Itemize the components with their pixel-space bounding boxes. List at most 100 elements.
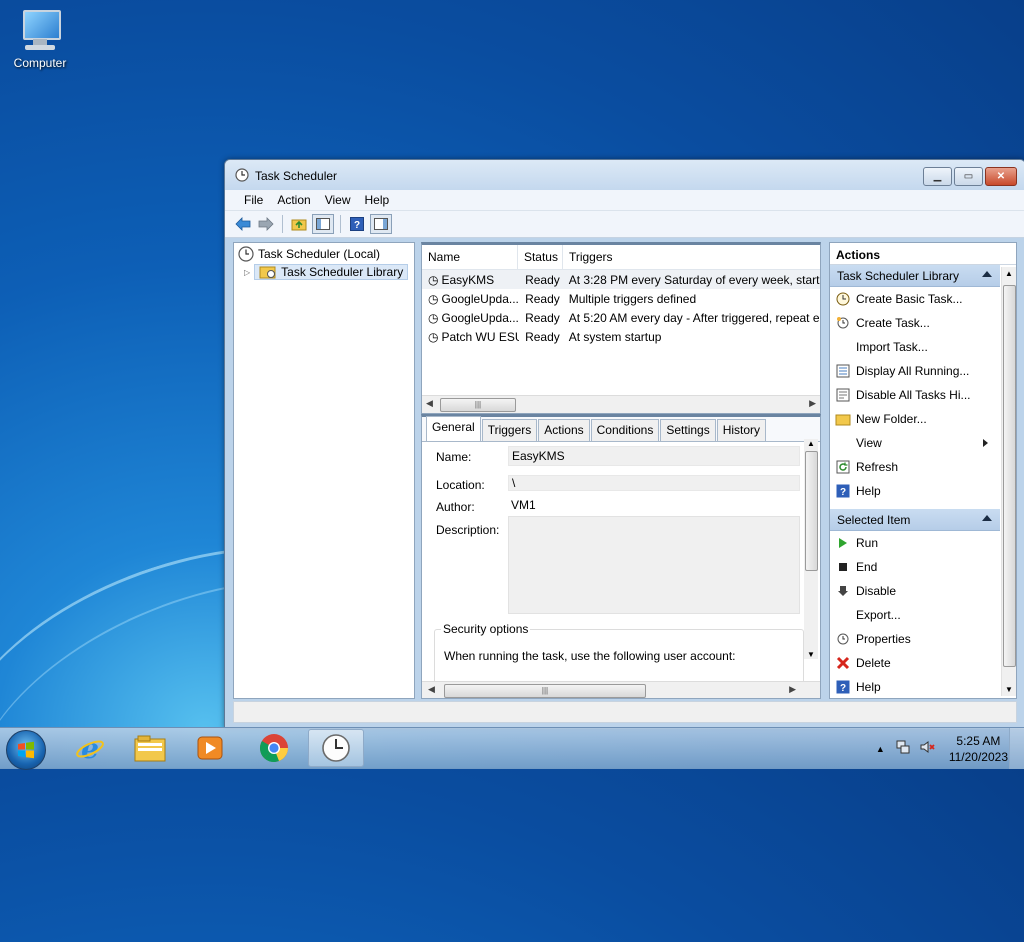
task-clock-icon — [830, 316, 856, 330]
scroll-down-icon[interactable]: ▼ — [807, 650, 815, 659]
title-bar[interactable]: Task Scheduler ▁ ▭ ✕ — [225, 160, 1024, 190]
description-field[interactable] — [508, 516, 800, 614]
security-options-text: When running the task, use the following… — [444, 649, 736, 663]
actions-section-library[interactable]: Task Scheduler Library — [830, 265, 1000, 287]
collapse-icon[interactable] — [982, 271, 992, 277]
scroll-right-icon[interactable]: ▶ — [809, 398, 816, 409]
tab-conditions[interactable]: Conditions — [590, 419, 660, 441]
action-end[interactable]: End — [830, 555, 1000, 579]
scroll-up-icon[interactable]: ▲ — [807, 439, 815, 448]
volume-muted-icon[interactable] — [915, 739, 939, 758]
scroll-left-icon[interactable]: ◀ — [426, 398, 433, 409]
section-title: Selected Item — [837, 513, 911, 527]
clock-date: 11/20/2023 — [948, 749, 1008, 764]
taskbar-chrome[interactable] — [246, 729, 302, 767]
tab-actions[interactable]: Actions — [538, 419, 590, 441]
menu-help[interactable]: Help — [358, 190, 397, 210]
task-list-hscrollbar[interactable]: ◀ ||| ▶ — [422, 395, 820, 413]
location-field[interactable]: \ — [508, 475, 800, 491]
scroll-right-icon[interactable]: ▶ — [789, 684, 796, 695]
action-disable-history[interactable]: Disable All Tasks Hi... — [830, 383, 1000, 407]
taskbar-file-explorer[interactable] — [122, 729, 178, 767]
chrome-icon — [260, 734, 288, 763]
back-button[interactable] — [233, 214, 253, 234]
tree-item-root[interactable]: Task Scheduler (Local) — [238, 246, 380, 262]
action-delete[interactable]: Delete — [830, 651, 1000, 675]
svg-text:e: e — [81, 733, 99, 763]
action-run[interactable]: Run — [830, 531, 1000, 555]
author-field[interactable]: VM1 — [508, 496, 800, 516]
column-header-triggers[interactable]: Triggers — [563, 245, 820, 269]
action-label: Refresh — [856, 460, 899, 474]
tree-item-library[interactable]: ▷ Task Scheduler Library — [244, 264, 409, 280]
taskbar-task-scheduler[interactable] — [308, 729, 364, 767]
details-vscrollbar[interactable]: ▲ ▼ — [804, 439, 818, 659]
menu-view[interactable]: View — [318, 190, 358, 210]
column-header-status[interactable]: Status — [518, 245, 563, 269]
scroll-thumb[interactable]: ||| — [440, 398, 516, 412]
action-refresh[interactable]: Refresh — [830, 455, 1000, 479]
action-disable[interactable]: Disable — [830, 579, 1000, 603]
action-export[interactable]: Export... — [830, 603, 1000, 627]
minimize-button[interactable]: ▁ — [923, 167, 952, 186]
task-row[interactable]: ◷ EasyKMS Ready At 3:28 PM every Saturday… — [422, 270, 820, 289]
action-label: Export... — [856, 608, 901, 622]
tab-settings[interactable]: Settings — [660, 419, 716, 441]
scroll-down-icon[interactable]: ▼ — [1005, 685, 1013, 694]
menu-file[interactable]: File — [237, 190, 270, 210]
submenu-arrow-icon — [983, 439, 988, 447]
forward-button[interactable] — [256, 214, 276, 234]
start-button[interactable] — [6, 730, 46, 770]
task-list-header: Name Status Triggers — [422, 245, 820, 270]
name-field[interactable]: EasyKMS — [508, 446, 800, 466]
show-desktop-button[interactable] — [1009, 728, 1024, 769]
tab-general[interactable]: General — [426, 416, 481, 441]
scroll-thumb[interactable]: ||| — [444, 684, 646, 698]
task-row[interactable]: ◷ GoogleUpda... Ready At 5:20 AM every da… — [422, 308, 820, 327]
action-create-basic-task[interactable]: Create Basic Task... — [830, 287, 1000, 311]
actions-vscrollbar[interactable]: ▲ ▼ — [1001, 267, 1016, 696]
scroll-thumb[interactable] — [1003, 285, 1016, 667]
scroll-left-icon[interactable]: ◀ — [428, 684, 435, 695]
up-folder-button[interactable] — [289, 214, 309, 234]
column-header-name[interactable]: Name — [422, 245, 518, 269]
tab-history[interactable]: History — [716, 419, 767, 441]
action-properties[interactable]: Properties — [830, 627, 1000, 651]
show-hidden-icons-button[interactable]: ▲ — [870, 744, 891, 754]
help-button[interactable]: ? — [347, 214, 367, 234]
action-new-folder[interactable]: New Folder... — [830, 407, 1000, 431]
task-status: Ready — [525, 291, 560, 306]
taskbar-internet-explorer[interactable]: e — [62, 729, 118, 767]
menu-action[interactable]: Action — [270, 190, 317, 210]
action-import-task[interactable]: Import Task... — [830, 335, 1000, 359]
action-label: Disable All Tasks Hi... — [856, 388, 971, 402]
actions-section-selected-item[interactable]: Selected Item — [830, 509, 1000, 531]
details-hscrollbar[interactable]: ◀ ||| ▶ — [422, 681, 820, 698]
action-create-task[interactable]: Create Task... — [830, 311, 1000, 335]
folder-icon — [830, 413, 856, 426]
internet-explorer-icon: e — [76, 733, 104, 763]
action-help[interactable]: ? Help — [830, 479, 1000, 503]
tab-triggers[interactable]: Triggers — [481, 419, 538, 441]
action-display-running[interactable]: Display All Running... — [830, 359, 1000, 383]
show-hide-action-pane-button[interactable] — [370, 214, 392, 234]
task-scheduler-icon — [322, 734, 350, 762]
action-help-selected[interactable]: ? Help — [830, 675, 1000, 698]
task-name: EasyKMS — [441, 272, 495, 287]
task-row[interactable]: ◷ GoogleUpda... Ready Multiple triggers d… — [422, 289, 820, 308]
scroll-up-icon[interactable]: ▲ — [1005, 269, 1013, 278]
show-hide-console-tree-button[interactable] — [312, 214, 334, 234]
desktop-icon-computer[interactable]: Computer — [8, 8, 72, 70]
close-button[interactable]: ✕ — [985, 167, 1017, 186]
task-status: Ready — [525, 329, 560, 344]
action-view[interactable]: View — [830, 431, 1000, 455]
taskbar-media-player[interactable] — [182, 729, 238, 767]
clock-icon — [238, 246, 254, 262]
help-icon: ? — [830, 680, 856, 694]
task-row[interactable]: ◷ Patch WU ESU Ready At system startup — [422, 327, 820, 346]
network-icon[interactable] — [891, 739, 915, 758]
status-bar — [233, 701, 1017, 723]
maximize-button[interactable]: ▭ — [954, 167, 983, 186]
scroll-thumb[interactable] — [805, 451, 818, 571]
collapse-icon[interactable] — [982, 515, 992, 521]
